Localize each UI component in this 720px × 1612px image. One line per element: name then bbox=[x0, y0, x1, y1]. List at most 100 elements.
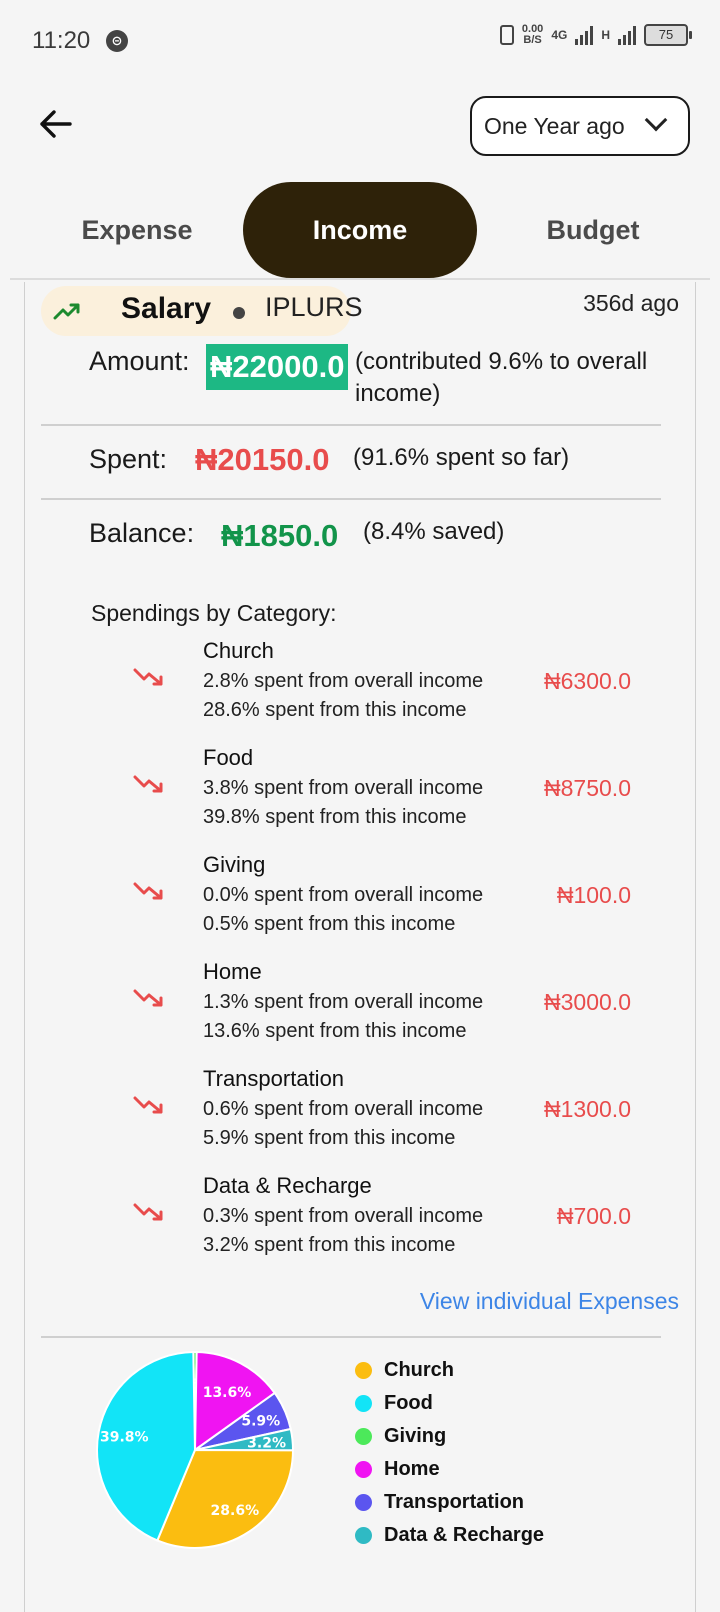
tab-expense[interactable]: Expense bbox=[20, 182, 254, 278]
income-source: IPLURS bbox=[265, 292, 363, 322]
trending-down-icon bbox=[133, 775, 163, 793]
category-row: Giving 0.0% spent from overall income 0.5%… bbox=[25, 852, 697, 962]
back-button[interactable] bbox=[36, 104, 76, 144]
pie-label: 28.6% bbox=[211, 1503, 260, 1519]
legend-swatch bbox=[355, 1527, 372, 1544]
category-amount: ₦8750.0 bbox=[544, 775, 631, 801]
category-overall-pct: 0.0% spent from overall income bbox=[203, 884, 484, 906]
legend-label: Transportation bbox=[384, 1491, 525, 1513]
legend-swatch bbox=[355, 1494, 372, 1511]
income-title: Salary bbox=[121, 292, 212, 325]
divider bbox=[41, 498, 661, 500]
category-overall-pct: 2.8% spent from overall income bbox=[203, 670, 484, 692]
category-row: Church 2.8% spent from overall income 28.6… bbox=[25, 638, 697, 748]
trending-down-icon bbox=[133, 989, 163, 1007]
pie-label: 5.9% bbox=[241, 1414, 280, 1430]
notification-icon: ⊝ bbox=[106, 30, 128, 52]
category-overall-pct: 3.8% spent from overall income bbox=[203, 777, 484, 799]
category-income-pct: 39.8% spent from this income bbox=[203, 806, 467, 828]
legend-label: Home bbox=[384, 1458, 440, 1480]
balance-note: (8.4% saved) bbox=[363, 518, 505, 545]
network-type-h: H bbox=[601, 28, 610, 42]
legend-swatch bbox=[355, 1362, 372, 1379]
arrow-left-icon bbox=[40, 110, 72, 138]
pie-label: 13.6% bbox=[203, 1385, 252, 1401]
trending-down-icon-wrap bbox=[133, 987, 165, 1014]
category-row: Food 3.8% spent from overall income 39.8% … bbox=[25, 745, 697, 855]
category-income-pct: 28.6% spent from this income bbox=[203, 699, 467, 721]
trending-down-icon-wrap bbox=[133, 666, 165, 693]
signal-icon-2 bbox=[618, 25, 636, 45]
chart-legend: Church Food Giving Home Transportation Data &… bbox=[355, 1354, 544, 1552]
divider bbox=[41, 424, 661, 426]
tab-budget[interactable]: Budget bbox=[476, 182, 710, 278]
network-speed: 0.00 B/S bbox=[521, 23, 544, 46]
legend-item: Food bbox=[355, 1387, 544, 1420]
category-name: Food bbox=[203, 745, 254, 770]
legend-swatch bbox=[355, 1395, 372, 1412]
category-amount: ₦3000.0 bbox=[544, 989, 631, 1015]
battery-icon: 75 bbox=[644, 24, 692, 46]
contribution-note: (contributed 9.6% to overall income) bbox=[355, 348, 648, 407]
legend-item: Church bbox=[355, 1354, 544, 1387]
status-icons: 0.00 B/S 4G H 75 bbox=[499, 23, 692, 46]
category-name: Church bbox=[203, 638, 274, 663]
pie-label: 39.8% bbox=[100, 1429, 149, 1445]
legend-label: Food bbox=[384, 1392, 433, 1414]
category-name: Data & Recharge bbox=[203, 1173, 372, 1198]
spent-note: (91.6% spent so far) bbox=[353, 444, 570, 471]
tab-income[interactable]: Income bbox=[243, 182, 477, 278]
income-detail-card: Salary IPLURS 356d ago Amount: ₦22000.0 … bbox=[24, 282, 696, 1612]
period-dropdown[interactable]: One Year ago bbox=[470, 96, 690, 156]
trending-down-icon bbox=[133, 1096, 163, 1114]
trending-down-icon-wrap bbox=[133, 880, 165, 907]
category-income-pct: 0.5% spent from this income bbox=[203, 913, 456, 935]
categories-heading: Spendings by Category: bbox=[91, 600, 337, 626]
category-amount: ₦100.0 bbox=[556, 882, 631, 908]
category-name: Giving bbox=[203, 852, 266, 877]
trending-up-icon bbox=[53, 303, 80, 320]
vibrate-icon bbox=[499, 25, 514, 45]
pie-label: 3.2% bbox=[247, 1435, 286, 1451]
status-time: 11:20 bbox=[32, 27, 91, 54]
category-amount: ₦700.0 bbox=[556, 1203, 631, 1229]
legend-swatch bbox=[355, 1461, 372, 1478]
category-name: Transportation bbox=[203, 1066, 345, 1091]
category-overall-pct: 0.3% spent from overall income bbox=[203, 1205, 484, 1227]
legend-item: Transportation bbox=[355, 1486, 544, 1519]
trending-down-icon-wrap bbox=[133, 1094, 165, 1121]
amount-value: ₦22000.0 bbox=[206, 344, 349, 390]
amount-label: Amount: bbox=[89, 346, 190, 376]
legend-label: Data & Recharge bbox=[384, 1524, 545, 1546]
spent-value: ₦20150.0 bbox=[195, 442, 330, 477]
trending-down-icon-wrap bbox=[133, 1201, 165, 1228]
legend-swatch bbox=[355, 1428, 372, 1445]
category-amount: ₦6300.0 bbox=[544, 668, 631, 694]
legend-item: Giving bbox=[355, 1420, 544, 1453]
trending-down-icon bbox=[133, 882, 163, 900]
signal-icon bbox=[575, 25, 594, 45]
category-row: Data & Recharge 0.3% spent from overall i… bbox=[25, 1173, 697, 1283]
spending-pie-chart: 0.5%13.6%5.9%3.2%28.6%39.8% bbox=[96, 1350, 295, 1549]
network-type-4g: 4G bbox=[551, 28, 568, 42]
status-bar: 11:20 ⊝ 0.00 B/S 4G H 75 bbox=[0, 0, 720, 80]
tab-bar: Expense Income Budget bbox=[10, 180, 710, 280]
chevron-down-icon bbox=[644, 108, 668, 132]
spent-label: Spent: bbox=[89, 444, 168, 474]
category-income-pct: 13.6% spent from this income bbox=[203, 1020, 467, 1042]
separator-dot bbox=[233, 307, 245, 319]
category-row: Transportation 0.6% spent from overall in… bbox=[25, 1066, 697, 1176]
view-expenses-link[interactable]: View individual Expenses bbox=[420, 1288, 679, 1315]
category-amount: ₦1300.0 bbox=[544, 1096, 631, 1122]
legend-item: Data & Recharge bbox=[355, 1519, 544, 1552]
balance-label: Balance: bbox=[89, 518, 195, 548]
trending-down-icon bbox=[133, 668, 163, 686]
category-overall-pct: 1.3% spent from overall income bbox=[203, 991, 484, 1013]
balance-value: ₦1850.0 bbox=[221, 518, 339, 553]
legend-label: Church bbox=[384, 1359, 454, 1381]
category-row: Home 1.3% spent from overall income 13.6% … bbox=[25, 959, 697, 1069]
period-dropdown-value: One Year ago bbox=[484, 112, 625, 139]
trending-down-icon bbox=[133, 1203, 163, 1221]
divider bbox=[41, 1336, 661, 1338]
legend-item: Home bbox=[355, 1453, 544, 1486]
